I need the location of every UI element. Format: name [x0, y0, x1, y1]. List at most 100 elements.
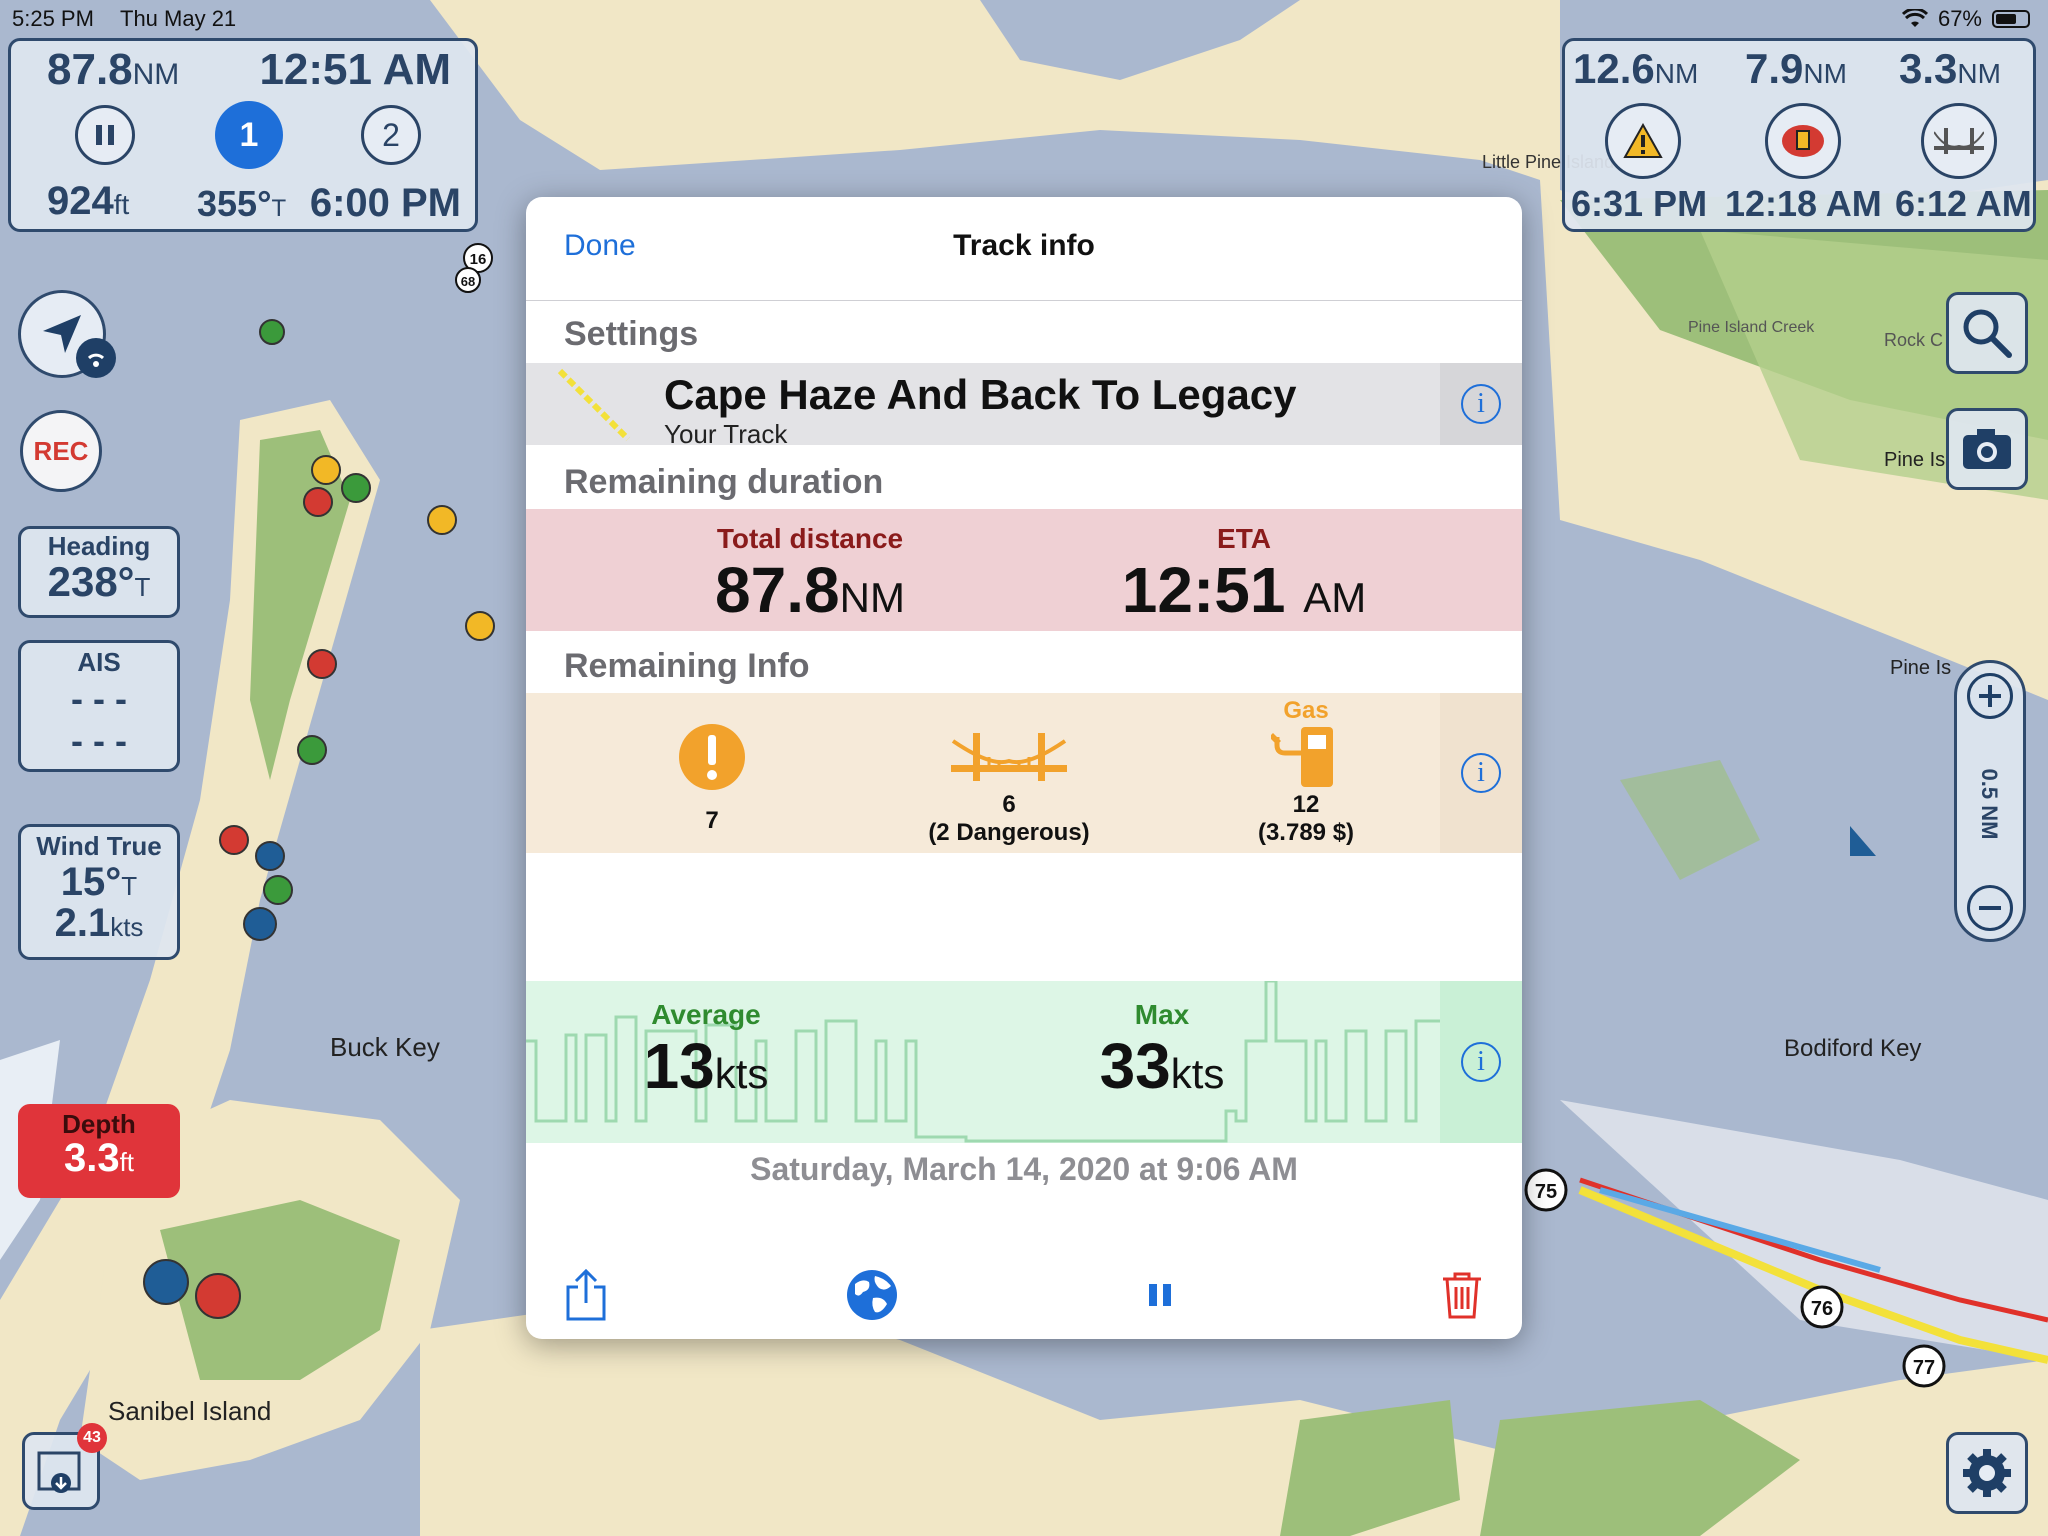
poi-time-3: 6:12 AM — [1895, 183, 2032, 224]
route-point-1-button[interactable]: 1 — [215, 101, 283, 169]
course-reading-unit: T — [271, 195, 287, 222]
battery-icon — [1992, 10, 2030, 28]
wind-speed-unit: kts — [110, 912, 144, 942]
zoom-control: 0.5 NM — [1954, 660, 2026, 942]
track-info-modal: Done Track info Settings Cape Haze And B… — [526, 197, 1522, 1339]
pause-track-button[interactable] — [1132, 1267, 1188, 1323]
depth-panel[interactable]: Depth 3.3ft — [18, 1104, 180, 1198]
gas-label: Gas — [1283, 697, 1329, 724]
bridges-note: (2 Dangerous) — [928, 819, 1090, 846]
trash-icon — [1443, 1272, 1481, 1319]
gas-price: (3.789 $) — [1257, 819, 1355, 846]
download-badge: 43 — [77, 1423, 107, 1453]
map-label-pine-creek: Pine Island Creek — [1688, 319, 1815, 336]
zoom-scale-label: 0.5 NM — [1977, 768, 2002, 840]
max-speed-block: Max 33kts — [1012, 999, 1312, 1101]
settings-header: Settings — [564, 315, 699, 353]
record-button[interactable]: REC — [20, 410, 102, 492]
remaining-info-button[interactable]: i — [1440, 693, 1522, 853]
wind-panel[interactable]: Wind True 15°T 2.1kts — [18, 824, 180, 960]
bridges-count: 6 — [1002, 791, 1016, 818]
heading-unit: T — [134, 572, 151, 602]
route-distance-unit: NM — [132, 58, 180, 91]
download-charts-button[interactable]: 43 — [22, 1423, 107, 1510]
poi-distance-1: 12.6 — [1573, 45, 1655, 92]
wind-direction: 15° — [60, 860, 122, 904]
poi-distance-2: 7.9 — [1745, 45, 1804, 92]
poi-time-2: 12:18 AM — [1725, 183, 1882, 224]
max-speed-value: 33 — [1099, 1030, 1171, 1102]
remaining-duration-row: Total distance 87.8NM ETA 12:51 AM — [526, 509, 1522, 631]
speed-info-button[interactable]: i — [1440, 981, 1522, 1143]
eta-unit: AM — [1303, 574, 1367, 621]
remaining-duration-header: Remaining duration — [564, 463, 884, 501]
average-speed-label: Average — [651, 999, 761, 1030]
status-date: Thu May 21 — [120, 6, 237, 31]
wifi-status-badge — [76, 338, 116, 378]
map-label-bodiford: Bodiford Key — [1784, 1035, 1921, 1062]
ais-line-1: - - - — [71, 678, 127, 719]
track-info-button[interactable]: i — [1440, 363, 1522, 445]
track-date: Saturday, March 14, 2020 at 9:06 AM — [750, 1151, 1298, 1187]
track-row[interactable]: Cape Haze And Back To Legacy Your Track … — [526, 363, 1522, 449]
route-point-2-button[interactable]: 2 — [361, 105, 421, 165]
map-label-buck-key: Buck Key — [330, 1032, 440, 1062]
depth-reading-unit: ft — [113, 189, 130, 220]
fuel-poi-button[interactable] — [1765, 103, 1841, 179]
bridge-icon — [1934, 128, 1984, 154]
gas-block[interactable]: Gas 12 (3.789 $) — [1176, 693, 1436, 853]
warnings-block[interactable]: 7 — [582, 693, 842, 853]
camera-button[interactable] — [1946, 408, 2028, 490]
remaining-info-header: Remaining Info — [564, 647, 810, 685]
depth-value: 3.3 — [63, 1136, 120, 1180]
status-indicators: 67% — [1901, 6, 2030, 32]
route-marker-77: 77 — [1913, 1357, 1935, 1379]
track-type: Your Track — [664, 419, 788, 449]
arrival-time: 6:00 PM — [309, 181, 461, 225]
delete-button[interactable] — [1434, 1267, 1490, 1323]
minus-icon — [1979, 906, 2001, 910]
route-marker-16: 16 — [470, 251, 487, 268]
poi-time-1: 6:31 PM — [1571, 183, 1708, 224]
pause-button[interactable] — [75, 105, 135, 165]
warning-poi-button[interactable] — [1605, 103, 1681, 179]
map-label-sanibel: Sanibel Island — [108, 1396, 271, 1426]
status-time: 5:25 PM — [12, 6, 94, 31]
average-speed-block: Average 13kts — [556, 999, 856, 1101]
route-marker-75: 75 — [1535, 1181, 1557, 1203]
bridge-icon — [951, 733, 1067, 781]
zoom-out-button[interactable] — [1967, 885, 2013, 931]
depth-reading: 924 — [47, 179, 114, 223]
info-icon: i — [1461, 753, 1501, 793]
average-speed-value: 13 — [643, 1030, 715, 1102]
bridge-poi-button[interactable] — [1921, 103, 1997, 179]
track-name: Cape Haze And Back To Legacy — [664, 371, 1297, 418]
map-label-pine-is: Pine Is — [1884, 449, 1945, 471]
eta-value: 12:51 — [1121, 554, 1286, 626]
pause-icon — [1149, 1284, 1171, 1306]
max-speed-label: Max — [1134, 999, 1190, 1030]
route-marker-76: 76 — [1811, 1298, 1833, 1320]
ais-panel[interactable]: AIS - - - - - - — [18, 640, 180, 772]
globe-button[interactable] — [844, 1267, 900, 1323]
wind-label: Wind True — [36, 831, 162, 861]
heading-value: 238° — [47, 558, 135, 605]
bridges-block[interactable]: 6 (2 Dangerous) — [879, 693, 1139, 853]
camera-icon — [1963, 429, 2011, 469]
eta-block: ETA 12:51 AM — [1044, 523, 1444, 625]
total-distance-unit: NM — [839, 574, 905, 621]
battery-percent: 67% — [1937, 6, 1982, 31]
share-button[interactable] — [558, 1267, 614, 1323]
wind-direction-unit: T — [121, 871, 138, 901]
globe-icon — [847, 1270, 897, 1320]
settings-button[interactable] — [1946, 1432, 2028, 1514]
average-speed-unit: kts — [714, 1050, 769, 1097]
zoom-in-button[interactable] — [1967, 673, 2013, 719]
ais-label: AIS — [77, 647, 121, 677]
route-marker-68: 68 — [461, 274, 475, 289]
search-button[interactable] — [1946, 292, 2028, 374]
wifi-signal-icon — [87, 353, 105, 367]
heading-panel[interactable]: Heading 238°T — [18, 526, 180, 618]
track-line-icon — [557, 368, 631, 442]
wifi-icon — [1901, 9, 1928, 27]
